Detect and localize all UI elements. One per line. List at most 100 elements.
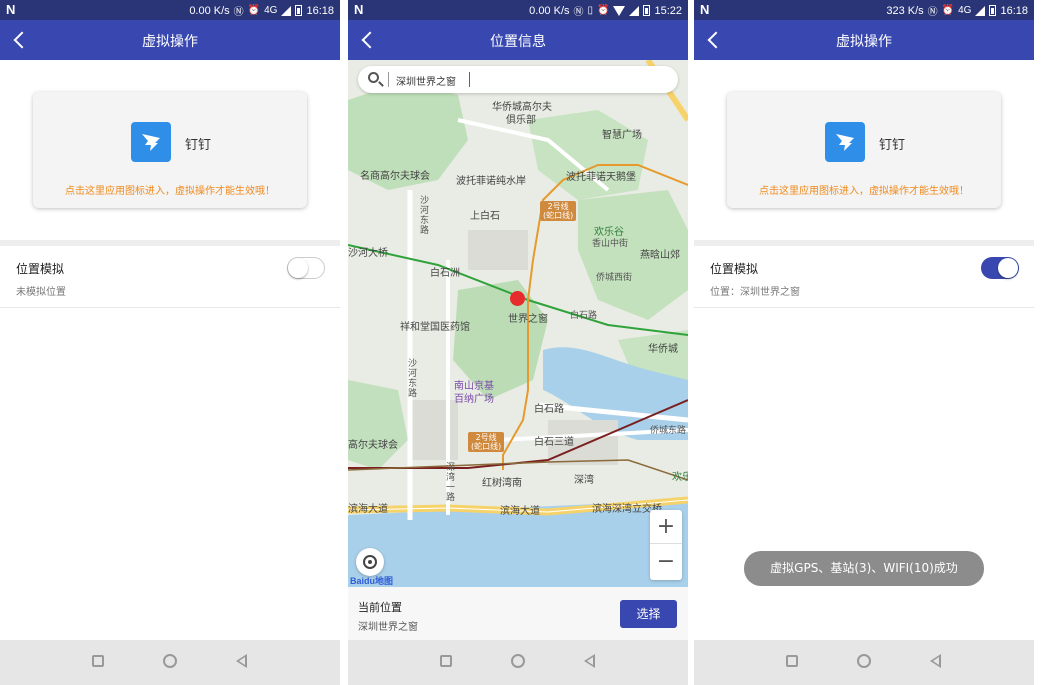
nav-square-icon[interactable]: [440, 655, 452, 667]
location-sim-title: 位置模拟: [710, 262, 759, 276]
nav-circle-icon[interactable]: [857, 654, 871, 668]
nav-back-icon[interactable]: [236, 654, 247, 668]
net-speed: 323 K/s: [886, 4, 924, 17]
alarm-icon: ⏰: [247, 5, 261, 16]
zoom-control: + −: [650, 510, 682, 580]
screen-location-info: N 0.00 K/s Ⓝ ▯ ⏰ 15:22 位置信息 深圳世界之窗 华侨城高尔…: [348, 0, 688, 685]
location-sim-row[interactable]: 位置模拟 未模拟位置: [0, 246, 340, 308]
map-label: 滨海大道: [500, 506, 540, 517]
map-label: 华侨城: [648, 344, 678, 355]
map-view[interactable]: 华侨城高尔夫 俱乐部 智慧广场 名商高尔夫球会 波托菲诺纯水岸 波托菲诺天鹅堡 …: [348, 60, 688, 587]
toggle-knob: [288, 258, 308, 278]
search-icon[interactable]: [368, 72, 379, 83]
map-label: 波托菲诺纯水岸: [456, 176, 526, 187]
select-button[interactable]: 选择: [620, 600, 677, 628]
map-label: 名商高尔夫球会: [360, 171, 430, 182]
map-label: 俱乐部: [506, 115, 536, 126]
page-title: 位置信息: [490, 34, 546, 50]
toggle-knob: [998, 258, 1018, 278]
search-input[interactable]: [396, 71, 666, 89]
map-label: 香山中街: [592, 238, 629, 248]
nfc-icon: Ⓝ: [573, 7, 584, 18]
app-name: 钉钉: [879, 138, 906, 153]
map-label: 欢乐: [672, 472, 688, 483]
zoom-in-button[interactable]: +: [650, 510, 682, 544]
map-label: 上白石: [470, 211, 500, 222]
search-separator: [388, 72, 389, 87]
current-location-value: 深圳世界之窗: [358, 622, 418, 633]
n-logo-icon: N: [700, 2, 710, 17]
location-sim-row[interactable]: 位置模拟 位置：深圳世界之窗: [694, 246, 1034, 308]
map-label: 智慧广场: [602, 130, 642, 141]
battery-icon: [989, 5, 997, 16]
status-bar: N 0.00 K/s Ⓝ ⏰ 4G 16:18: [0, 0, 340, 20]
nfc-icon: Ⓝ: [233, 7, 244, 18]
metro-badge: 2号线 (蛇口线): [540, 201, 577, 221]
app-name: 钉钉: [185, 138, 212, 153]
dingtalk-icon[interactable]: [825, 122, 865, 162]
network-type: 4G: [264, 5, 278, 16]
map-label: 祥和堂国医药馆: [400, 322, 470, 333]
clock: 15:22: [654, 4, 682, 17]
nav-circle-icon[interactable]: [511, 654, 525, 668]
baidu-logo: Baidu地图: [350, 576, 394, 586]
map-label: 红树湾南: [482, 478, 522, 489]
map-label: 滨海大道: [348, 504, 388, 515]
app-card[interactable]: 钉钉 点击这里应用图标进入，虚拟操作才能生效哦！: [33, 92, 307, 208]
nav-back-icon[interactable]: [584, 654, 595, 668]
location-sim-toggle[interactable]: [981, 257, 1019, 279]
nav-bar: [0, 640, 340, 685]
metro-badge: 2号线 (蛇口线): [468, 432, 505, 452]
clock: 16:18: [306, 4, 334, 17]
zoom-out-button[interactable]: −: [650, 545, 682, 579]
map-label: 白石路: [570, 310, 598, 320]
locate-icon[interactable]: [356, 548, 384, 576]
app-card[interactable]: 钉钉 点击这里应用图标进入，虚拟操作才能生效哦！: [727, 92, 1001, 208]
map-label: 燕晗山郊: [640, 250, 680, 261]
metro-sub: (蛇口线): [543, 211, 574, 220]
signal-icon: [975, 5, 986, 16]
page-title: 虚拟操作: [836, 34, 892, 50]
vibrate-icon: ▯: [587, 5, 594, 16]
page-title: 虚拟操作: [142, 34, 198, 50]
location-sim-title: 位置模拟: [16, 262, 65, 276]
nav-square-icon[interactable]: [92, 655, 104, 667]
search-bar[interactable]: [358, 66, 678, 93]
signal-icon: [629, 5, 640, 16]
map-label: 沙河大桥: [348, 248, 388, 259]
metro-sub: (蛇口线): [471, 442, 502, 451]
text-cursor: [469, 72, 470, 87]
location-sim-toggle[interactable]: [287, 257, 325, 279]
success-toast: 虚拟GPS、基站(3)、WIFI(10)成功: [744, 551, 984, 586]
nav-bar: [348, 640, 688, 685]
map-label: 深湾一路: [445, 462, 455, 502]
n-logo-icon: N: [354, 2, 364, 17]
nav-square-icon[interactable]: [786, 655, 798, 667]
app-bar: 虚拟操作: [694, 20, 1034, 60]
alarm-icon: ⏰: [941, 5, 955, 16]
app-hint: 点击这里应用图标进入，虚拟操作才能生效哦！: [65, 186, 275, 197]
app-bar: 位置信息: [348, 20, 688, 60]
map-label: 高尔夫球会: [348, 440, 398, 451]
screen-virtual-ops-on: N 323 K/s Ⓝ ⏰ 4G 16:18 虚拟操作 钉钉 点击这里应用图标进…: [694, 0, 1034, 685]
screen-virtual-ops-off: N 0.00 K/s Ⓝ ⏰ 4G 16:18 虚拟操作 钉钉 点击这里应用图标…: [0, 0, 340, 685]
location-pin-icon[interactable]: [510, 291, 525, 306]
nav-back-icon[interactable]: [930, 654, 941, 668]
status-bar: N 323 K/s Ⓝ ⏰ 4G 16:18: [694, 0, 1034, 20]
map-label: 白石三道: [534, 437, 574, 448]
map-label: 世界之窗: [508, 314, 548, 325]
battery-icon: [643, 5, 651, 16]
map-label: 白石洲: [430, 268, 460, 279]
metro-line: 2号线: [475, 433, 497, 442]
status-bar: N 0.00 K/s Ⓝ ▯ ⏰ 15:22: [348, 0, 688, 20]
map-label: 沙河东路: [407, 358, 417, 398]
net-speed: 0.00 K/s: [529, 4, 570, 17]
map-label: 波托菲诺天鹅堡: [566, 172, 636, 183]
current-location-panel: 当前位置 深圳世界之窗 选择: [348, 587, 688, 640]
dingtalk-icon[interactable]: [131, 122, 171, 162]
nav-bar: [694, 640, 1034, 685]
battery-icon: [295, 5, 303, 16]
app-bar: 虚拟操作: [0, 20, 340, 60]
nav-circle-icon[interactable]: [163, 654, 177, 668]
map-label: 百纳广场: [454, 394, 494, 405]
